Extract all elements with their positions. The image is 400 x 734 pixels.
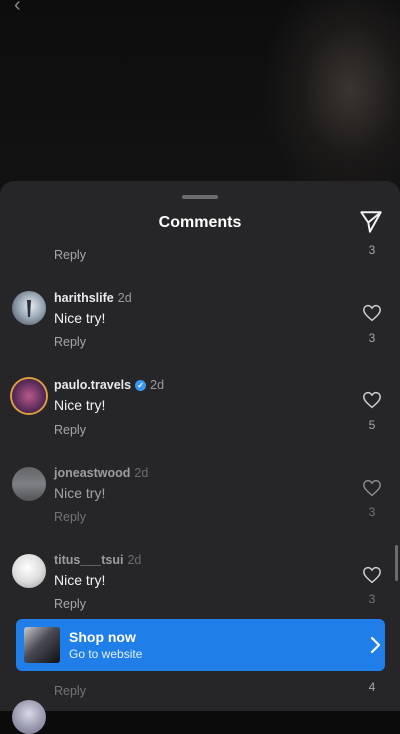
like-count: 3 bbox=[368, 505, 376, 519]
avatar[interactable] bbox=[12, 554, 46, 588]
reply-button[interactable]: Reply bbox=[54, 335, 86, 349]
comment-text: Nice try! bbox=[54, 397, 106, 413]
comment-age: 2d bbox=[150, 378, 165, 392]
shop-now-banner[interactable]: Shop now Go to website bbox=[16, 619, 385, 671]
reply-button[interactable]: Reply bbox=[54, 597, 86, 611]
comment-username[interactable]: harithslife 2d bbox=[54, 291, 132, 305]
comment-text: Nice try! bbox=[54, 572, 106, 588]
reply-button[interactable]: Reply bbox=[54, 423, 86, 437]
comment-age: 2d bbox=[134, 466, 149, 480]
comment-text: Nice try! bbox=[54, 310, 106, 326]
verified-badge-icon: ✓ bbox=[135, 380, 147, 391]
like-count: 5 bbox=[368, 418, 376, 432]
avatar[interactable] bbox=[12, 379, 46, 413]
back-chevron-icon[interactable]: ‹ bbox=[14, 0, 21, 17]
like-count: 3 bbox=[368, 331, 376, 345]
sheet-grabber[interactable] bbox=[182, 195, 218, 199]
like-count: 4 bbox=[368, 680, 376, 694]
shop-subtitle: Go to website bbox=[69, 647, 143, 661]
username-text[interactable]: harithslife bbox=[54, 291, 114, 305]
heart-icon[interactable] bbox=[362, 479, 382, 497]
shop-title: Shop now bbox=[69, 629, 136, 645]
avatar[interactable] bbox=[12, 291, 46, 325]
reply-button[interactable]: Reply bbox=[54, 510, 86, 524]
video-background bbox=[0, 0, 400, 200]
avatar[interactable] bbox=[12, 467, 46, 501]
comment-username[interactable]: paulo.travels ✓ 2d bbox=[54, 378, 164, 392]
avatar[interactable] bbox=[12, 700, 46, 734]
reply-button[interactable]: Reply bbox=[54, 248, 86, 262]
like-count: 3 bbox=[368, 243, 376, 257]
scrollbar[interactable] bbox=[395, 545, 398, 581]
comment-username[interactable]: joneastwood 2d bbox=[54, 466, 148, 480]
comment-age: 2d bbox=[117, 291, 132, 305]
product-thumbnail bbox=[24, 627, 60, 663]
heart-icon[interactable] bbox=[362, 304, 382, 322]
send-icon[interactable] bbox=[358, 209, 384, 235]
reply-button[interactable]: Reply bbox=[54, 684, 86, 698]
username-text[interactable]: paulo.travels bbox=[54, 378, 131, 392]
comment-username[interactable]: titus___tsui 2d bbox=[54, 553, 141, 567]
chevron-right-icon bbox=[370, 636, 381, 654]
heart-icon[interactable] bbox=[362, 391, 382, 409]
sheet-title: Comments bbox=[158, 214, 242, 231]
comment-age: 2d bbox=[127, 553, 142, 567]
username-text[interactable]: titus___tsui bbox=[54, 553, 123, 567]
heart-icon[interactable] bbox=[362, 566, 382, 584]
username-text[interactable]: joneastwood bbox=[54, 466, 130, 480]
comment-text: Nice try! bbox=[54, 485, 106, 501]
like-count: 3 bbox=[368, 592, 376, 606]
